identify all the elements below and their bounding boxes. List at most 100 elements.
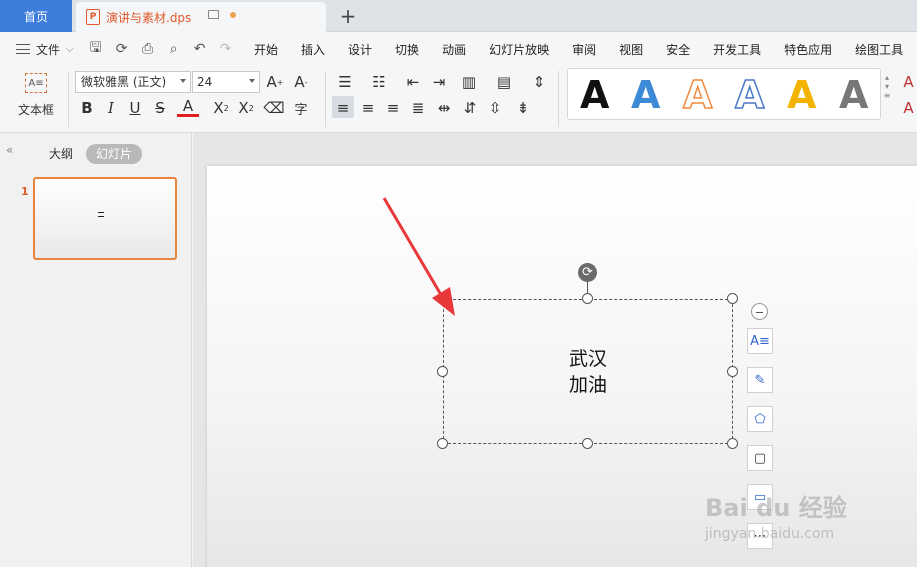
- menu-animation[interactable]: 动画: [442, 41, 466, 58]
- resize-handle-top-left[interactable]: [437, 293, 448, 304]
- resize-handle-bottom-left[interactable]: [437, 438, 448, 449]
- menu-review[interactable]: 审阅: [572, 41, 596, 58]
- unsaved-dot-icon: [230, 12, 236, 18]
- menu-start[interactable]: 开始: [254, 41, 278, 58]
- clear-format-icon[interactable]: ⌫: [263, 97, 284, 119]
- slide-text[interactable]: 武汉 加油: [443, 346, 733, 398]
- art-style-orange-outline[interactable]: A: [682, 74, 713, 116]
- line-spacing-alt-icon[interactable]: ⇳: [485, 97, 505, 119]
- art-style-blue[interactable]: A: [631, 75, 660, 115]
- text-format-icon[interactable]: A≡: [747, 328, 773, 354]
- slide-text-line-1: 武汉: [568, 348, 607, 370]
- numbering-icon[interactable]: ☷: [368, 71, 390, 93]
- resize-handle-bottom-right[interactable]: [727, 438, 738, 449]
- print-icon[interactable]: ⎙: [140, 41, 156, 57]
- font-color-icon[interactable]: A: [177, 97, 199, 117]
- art-style-black[interactable]: A: [580, 75, 609, 115]
- chevron-down-icon: ⌵: [66, 43, 74, 55]
- file-menu[interactable]: 文件 ⌵: [16, 41, 74, 58]
- bullets-icon[interactable]: ☰: [334, 71, 356, 93]
- ribbon: A≡ 文本框 微软雅黑 (正文) 24 A + A- B I U S A X2 X…: [0, 65, 917, 133]
- collapse-tools-icon[interactable]: [751, 303, 768, 320]
- menu-bar: 文件 ⌵ 🖫 ⟳ ⎙ ⌕ ↶ ↷ 开始 插入 设计 切换 动画 幻灯片放映 审阅…: [0, 33, 917, 65]
- presentation-file-icon: P: [86, 9, 100, 25]
- resize-handle-top[interactable]: [582, 293, 593, 304]
- menu-transition[interactable]: 切换: [395, 41, 419, 58]
- text-direction-icon[interactable]: ▤: [493, 71, 515, 93]
- textbox-icon: A≡: [25, 73, 47, 93]
- italic-icon[interactable]: I: [103, 97, 119, 119]
- decrease-indent-icon[interactable]: ⇤: [403, 71, 423, 93]
- slide-thumbnail[interactable]: [33, 177, 177, 260]
- watermark-logo: Bai du 经验: [705, 494, 847, 522]
- increase-indent-icon[interactable]: ⇥: [429, 71, 449, 93]
- redo-icon[interactable]: ↷: [218, 41, 234, 57]
- textbox-button[interactable]: A≡ 文本框: [10, 71, 62, 125]
- spacing-options-icon[interactable]: ⇟: [512, 97, 534, 119]
- undo-icon[interactable]: ↶: [192, 41, 208, 57]
- chevron-down-icon: [249, 79, 255, 83]
- tab-home[interactable]: 首页: [0, 0, 72, 32]
- menu-slideshow[interactable]: 幻灯片放映: [489, 41, 549, 58]
- save-icon[interactable]: 🖫: [88, 37, 104, 61]
- align-center-icon[interactable]: ≡: [358, 97, 378, 119]
- menu-view[interactable]: 视图: [619, 41, 643, 58]
- decrease-font-icon[interactable]: A-: [291, 71, 311, 93]
- menu-features[interactable]: 特色应用: [784, 41, 832, 58]
- hamburger-icon: [16, 44, 30, 54]
- menu-tabs: 开始 插入 设计 切换 动画 幻灯片放映 审阅 视图 安全 开发工具 特色应用 …: [254, 33, 917, 65]
- collapse-panel-icon[interactable]: «: [6, 143, 13, 157]
- rotate-handle-icon[interactable]: ⟳: [578, 263, 597, 282]
- underline-icon[interactable]: U: [127, 97, 143, 119]
- textbox-label: 文本框: [17, 103, 54, 117]
- align-right-icon[interactable]: ≡: [383, 97, 403, 119]
- menu-security[interactable]: 安全: [666, 41, 690, 58]
- print-preview-icon[interactable]: ⌕: [166, 41, 182, 57]
- slide-text-line-2: 加油: [568, 374, 607, 396]
- resize-handle-top-right[interactable]: [727, 293, 738, 304]
- menu-insert[interactable]: 插入: [301, 41, 325, 58]
- superscript-icon[interactable]: X2: [211, 97, 231, 119]
- subscript-icon[interactable]: X2: [236, 97, 256, 119]
- monitor-icon[interactable]: [208, 10, 219, 19]
- line-spacing-icon[interactable]: ⇕: [528, 71, 550, 93]
- menu-drawing-tools[interactable]: 绘图工具: [855, 41, 903, 58]
- format-painter-icon[interactable]: ⟳: [114, 41, 130, 57]
- outline-tab[interactable]: 大纲: [49, 145, 73, 162]
- outline-icon[interactable]: ▢: [747, 445, 773, 471]
- justify-icon[interactable]: ≣: [408, 97, 428, 119]
- resize-handle-bottom[interactable]: [582, 438, 593, 449]
- new-tab-button[interactable]: +: [338, 4, 358, 28]
- chevron-down-icon: [180, 79, 186, 83]
- slides-tab[interactable]: 幻灯片: [86, 144, 142, 164]
- strikethrough-icon[interactable]: S: [152, 97, 168, 119]
- text-fill-icon[interactable]: A: [900, 71, 917, 93]
- align-left-icon[interactable]: ≡: [333, 97, 353, 119]
- watermark-url: jingyan.baidu.com: [705, 526, 835, 542]
- ribbon-divider: [68, 71, 69, 127]
- fill-icon[interactable]: ⬠: [747, 406, 773, 432]
- paragraph-spacing-icon[interactable]: ⇵: [460, 97, 480, 119]
- font-name-select[interactable]: 微软雅黑 (正文): [75, 71, 191, 93]
- art-style-blue-outline[interactable]: A: [734, 74, 765, 116]
- text-outline-icon[interactable]: A: [900, 97, 917, 119]
- art-style-gray[interactable]: A: [839, 75, 868, 115]
- font-size-value: 24: [197, 75, 213, 89]
- brush-icon[interactable]: ✎: [747, 367, 773, 393]
- columns-icon[interactable]: ▥: [458, 71, 480, 93]
- increase-font-icon[interactable]: A +: [265, 71, 285, 93]
- font-size-select[interactable]: 24: [192, 71, 260, 93]
- gallery-scroll[interactable]: ▴ ▾ ≡: [882, 73, 892, 117]
- distributed-icon[interactable]: ⇹: [434, 97, 454, 119]
- menu-design[interactable]: 设计: [348, 41, 372, 58]
- tab-document[interactable]: P 演讲与素材.dps: [76, 2, 326, 32]
- phonetic-guide-icon[interactable]: 字: [290, 97, 312, 119]
- thumbnail-text-mark: [98, 212, 104, 217]
- font-name-value: 微软雅黑 (正文): [81, 75, 167, 89]
- bold-icon[interactable]: B: [79, 97, 95, 119]
- slide-number: 1: [21, 185, 29, 198]
- ribbon-divider: [325, 71, 326, 127]
- art-style-gold[interactable]: A: [787, 75, 816, 115]
- ribbon-divider: [558, 71, 559, 127]
- menu-developer[interactable]: 开发工具: [713, 41, 761, 58]
